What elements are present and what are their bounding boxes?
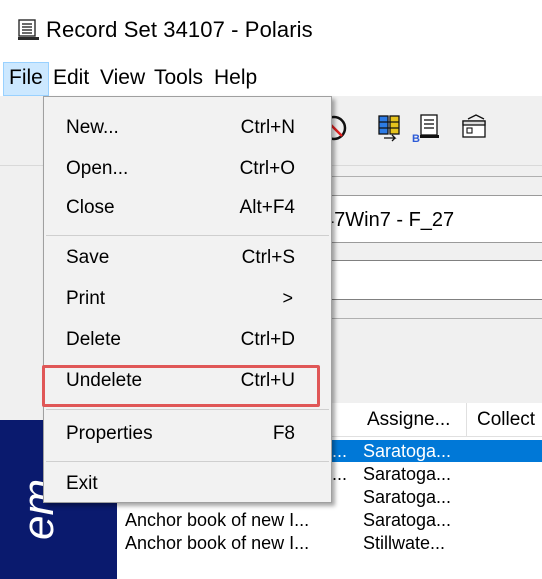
menu-item-label: Delete: [66, 329, 121, 350]
submenu-arrow-icon: >: [282, 288, 293, 308]
menu-item-print[interactable]: Print >: [44, 280, 331, 320]
menu-separator: [46, 235, 329, 236]
column-header-assigned[interactable]: Assigne...: [357, 403, 467, 437]
title-cell: ...: [332, 441, 348, 461]
table-row[interactable]: Anchor book of new I... Stillwate...: [117, 532, 542, 554]
assigned-cell: Saratoga...: [363, 487, 452, 507]
menu-help[interactable]: Help: [209, 62, 262, 96]
menu-item-properties[interactable]: Properties F8: [44, 415, 331, 455]
menu-bar: File Edit View Tools Help: [0, 62, 542, 96]
menu-item-label: Save: [66, 247, 110, 268]
menu-item-new[interactable]: New... Ctrl+N: [44, 109, 331, 149]
title-cell: Anchor book of new I...: [125, 533, 310, 553]
undelete-highlight-box: [42, 365, 320, 407]
assigned-cell: Saratoga...: [363, 510, 452, 530]
title-cell: Anchor book of new I...: [125, 510, 310, 530]
record-name-text: 47Win7 - F_27: [323, 209, 455, 231]
menu-separator: [46, 409, 329, 410]
menu-item-delete[interactable]: Delete Ctrl+D: [44, 321, 331, 361]
assigned-cell: Stillwate...: [363, 533, 446, 553]
background-divider: [300, 318, 542, 319]
title-cell: ...: [332, 464, 348, 484]
menu-item-label: Close: [66, 197, 115, 218]
menu-item-exit[interactable]: Exit: [44, 465, 331, 505]
menu-item-shortcut: Ctrl+D: [240, 329, 295, 350]
menu-item-label: New...: [66, 117, 119, 138]
menu-view[interactable]: View: [95, 62, 150, 96]
menu-item-shortcut: Ctrl+S: [241, 247, 295, 268]
menu-file[interactable]: File: [3, 62, 49, 96]
menu-separator: [46, 461, 329, 462]
menu-item-open[interactable]: Open... Ctrl+O: [44, 150, 331, 190]
file-menu-dropdown: New... Ctrl+N Open... Ctrl+O Close Alt+F…: [43, 96, 332, 503]
menu-item-shortcut: Ctrl+O: [239, 158, 295, 179]
menu-tools[interactable]: Tools: [149, 62, 208, 96]
menu-item-shortcut: F8: [272, 423, 295, 444]
menu-item-save[interactable]: Save Ctrl+S: [44, 239, 331, 279]
column-header-collection[interactable]: Collect: [467, 403, 542, 437]
menu-item-shortcut: Alt+F4: [239, 197, 295, 218]
menu-item-label: Properties: [66, 423, 153, 444]
table-row[interactable]: Anchor book of new I... Saratoga...: [117, 509, 542, 531]
title-bar: Record Set 34107 - Polaris: [0, 0, 542, 62]
menu-item-label: Exit: [66, 473, 98, 494]
menu-item-label: Open...: [66, 158, 129, 179]
menu-item-shortcut: Ctrl+N: [240, 117, 295, 138]
assigned-cell: Saratoga...: [363, 441, 452, 461]
window-title: Record Set 34107 - Polaris: [46, 17, 313, 42]
columns-icon[interactable]: [375, 113, 405, 143]
menu-item-close[interactable]: Close Alt+F4: [44, 189, 331, 229]
properties-icon[interactable]: [460, 113, 490, 143]
assigned-cell: Saratoga...: [363, 464, 452, 484]
background-field: [300, 260, 542, 300]
svg-text:B: B: [412, 133, 420, 143]
bibliographic-icon[interactable]: B: [412, 113, 442, 143]
menu-edit[interactable]: Edit: [48, 62, 94, 96]
menu-item-label: Print: [66, 288, 106, 309]
record-set-icon: [18, 19, 39, 40]
